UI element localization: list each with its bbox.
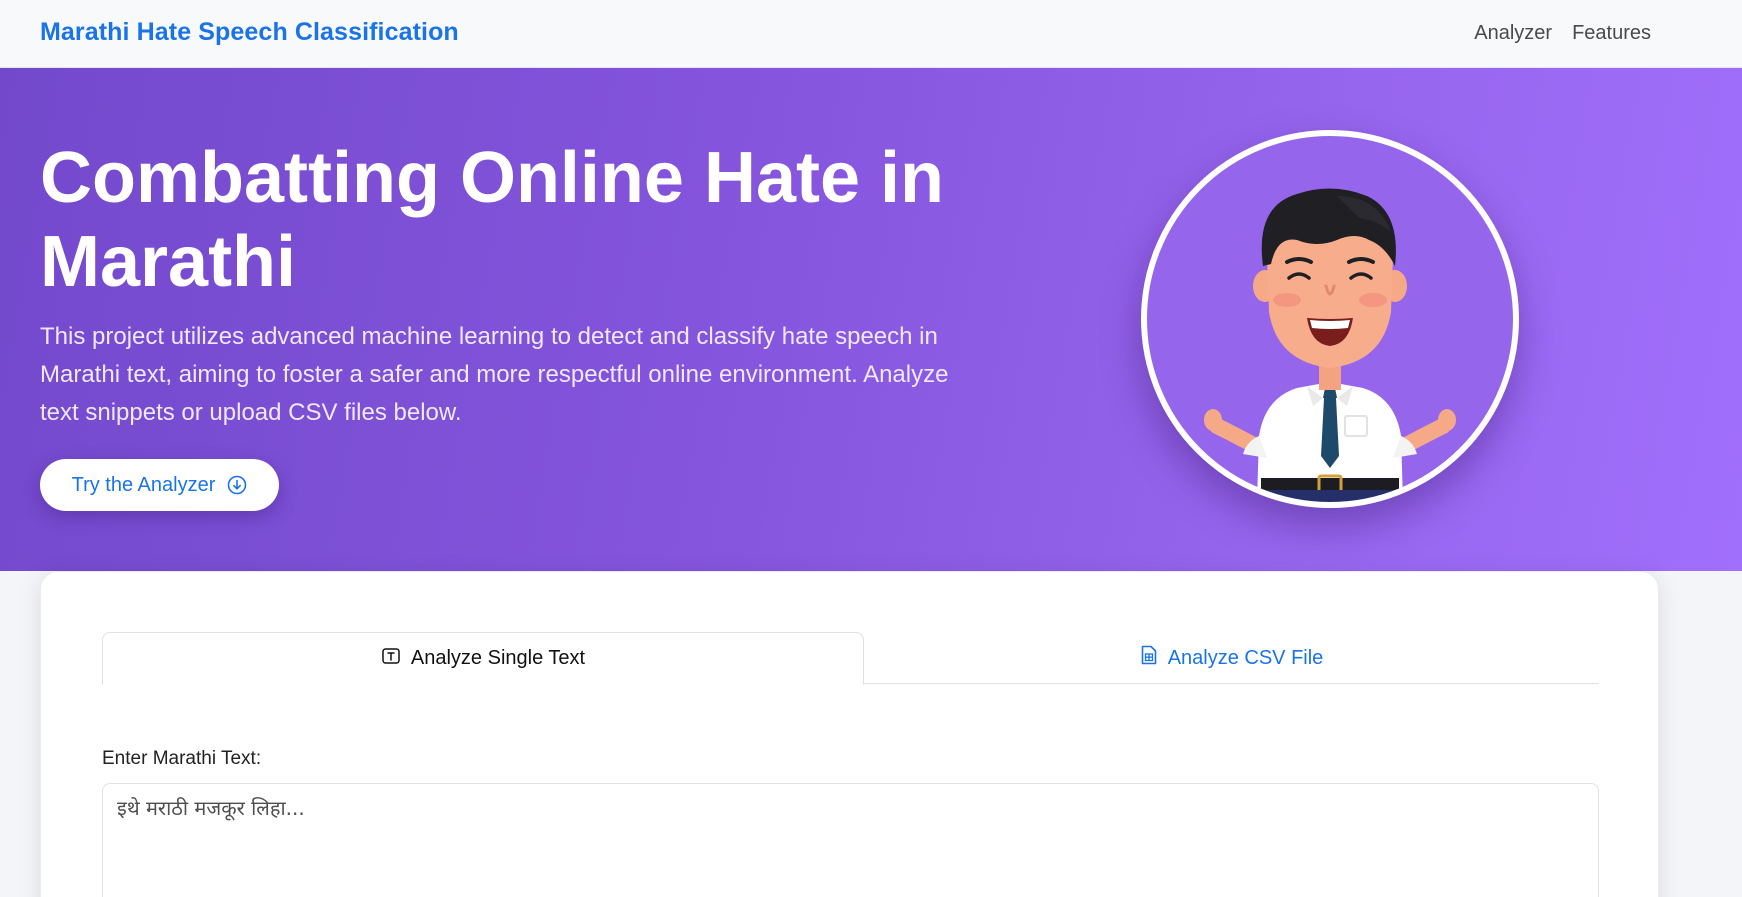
brand-logo[interactable]: Marathi Hate Speech Classification (40, 18, 459, 47)
tab-label: Analyze Single Text (410, 647, 586, 669)
analyzer-tabs: Analyze Single Text Analyze CSV File (102, 632, 1599, 685)
marathi-text-input[interactable] (102, 783, 1599, 897)
smiling-man-illustration (1204, 188, 1456, 502)
hero-title: Combatting Online Hate in Marathi (40, 138, 945, 302)
hero-description: This project utilizes advanced machine l… (40, 323, 949, 426)
tab-analyze-single-text[interactable]: Analyze Single Text (102, 632, 864, 685)
hero-section: Combatting Online Hate in Marathi This p… (0, 68, 1742, 571)
navbar: Marathi Hate Speech Classification Analy… (0, 0, 1742, 68)
analyzer-card: Analyze Single Text Analyze CSV File Ent… (40, 571, 1659, 897)
arrow-down-circle-icon (227, 475, 247, 495)
nav-link-features[interactable]: Features (1572, 22, 1651, 45)
avatar-illustration (1141, 130, 1519, 508)
try-analyzer-button[interactable]: Try the Analyzer (40, 459, 279, 511)
marathi-text-label: Enter Marathi Text: (102, 748, 262, 769)
try-analyzer-label: Try the Analyzer (71, 473, 216, 496)
nav-links: Analyzer Features (1474, 22, 1651, 45)
tab-label: Analyze CSV File (1167, 646, 1324, 669)
text-input-icon (381, 646, 401, 672)
spreadsheet-file-icon (1140, 645, 1158, 671)
tab-analyze-csv-file[interactable]: Analyze CSV File (864, 632, 1599, 684)
nav-link-analyzer[interactable]: Analyzer (1474, 22, 1552, 45)
